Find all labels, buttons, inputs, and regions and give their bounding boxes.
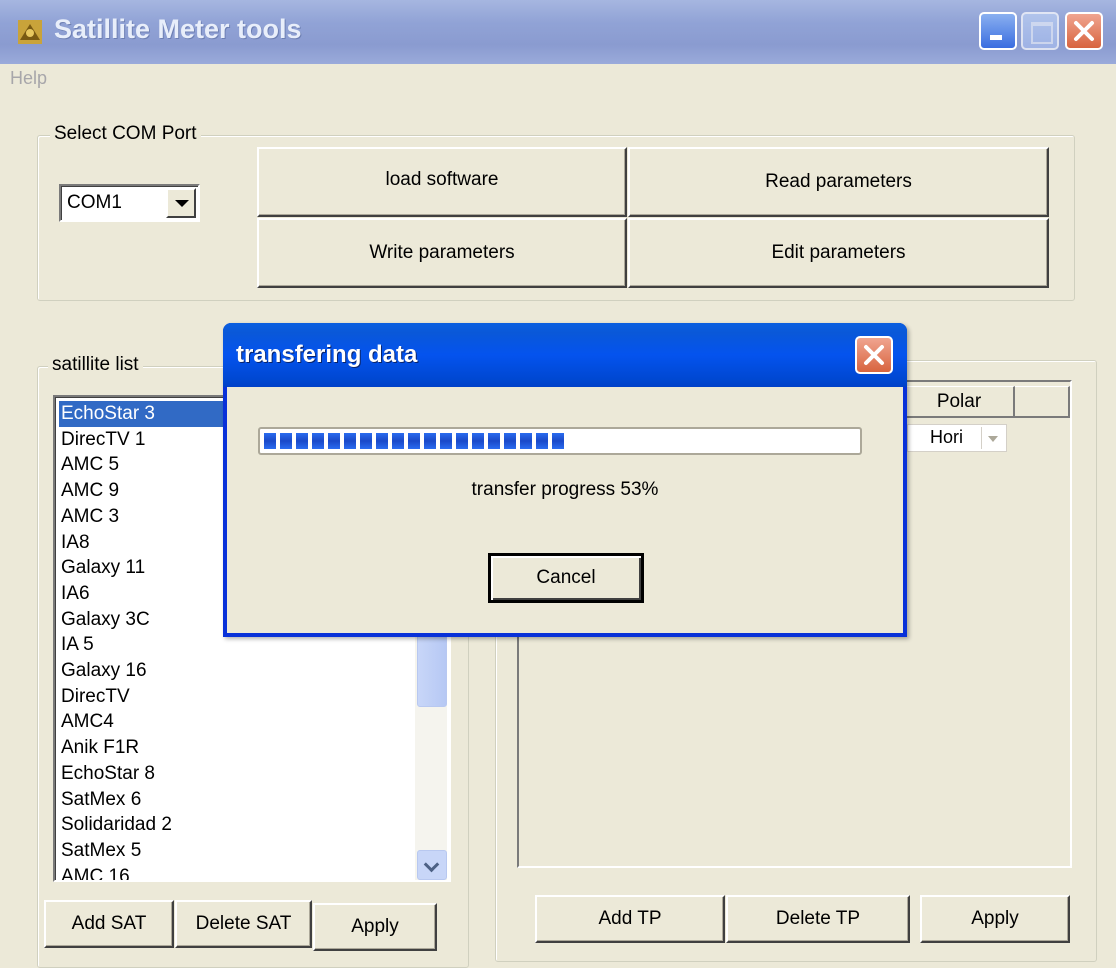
read-parameters-button[interactable]: Read parameters	[628, 147, 1049, 217]
polar-select[interactable]: Hori	[907, 424, 1007, 452]
dialog-close-button[interactable]	[855, 336, 893, 374]
com-port-group-label: Select COM Port	[50, 123, 201, 145]
scroll-down-icon[interactable]	[417, 850, 447, 880]
progress-text: transfer progress 53%	[471, 479, 659, 500]
satellite-list-item[interactable]: SatMex 5	[61, 838, 141, 864]
cancel-button[interactable]: Cancel	[488, 553, 644, 603]
menu-bar: Help	[0, 64, 1116, 94]
delete-tp-button[interactable]: Delete TP	[726, 895, 910, 943]
window-title-bar: Satillite Meter tools	[0, 0, 1116, 64]
progress-segment	[296, 433, 308, 449]
delete-sat-button[interactable]: Delete SAT	[175, 900, 312, 948]
grid-header-blank	[1015, 386, 1070, 418]
progress-segment	[392, 433, 404, 449]
transfer-dialog: transfering data transfer progress 53% C…	[223, 323, 907, 637]
satellite-list-item[interactable]: IA6	[61, 581, 90, 607]
satellite-list-item[interactable]: IA 5	[61, 632, 94, 658]
progress-segment	[424, 433, 436, 449]
com-port-select[interactable]: COM1	[59, 184, 200, 222]
progress-segment	[360, 433, 372, 449]
progress-segment	[472, 433, 484, 449]
minimize-button[interactable]	[979, 12, 1017, 50]
progress-segment	[536, 433, 548, 449]
add-sat-button[interactable]: Add SAT	[44, 900, 174, 948]
dialog-body: transfer progress 53% Cancel	[227, 387, 903, 633]
satellite-list-item[interactable]: AMC 16	[61, 864, 130, 880]
satellite-list-item[interactable]: Galaxy 16	[61, 658, 147, 684]
satellite-list-item[interactable]: Solidaridad 2	[61, 812, 172, 838]
progress-segment	[440, 433, 452, 449]
satellite-list-item[interactable]: AMC 9	[61, 478, 119, 504]
satellite-list-item[interactable]: Galaxy 11	[61, 555, 145, 581]
satellite-list-item[interactable]: AMC4	[61, 709, 114, 735]
progress-segment	[456, 433, 468, 449]
chevron-down-icon[interactable]	[981, 427, 1004, 449]
close-icon	[1074, 21, 1094, 41]
com-port-value: COM1	[67, 192, 122, 213]
satellite-list-item[interactable]: Galaxy 3C	[61, 607, 150, 633]
add-tp-button[interactable]: Add TP	[535, 895, 725, 943]
progress-segment	[504, 433, 516, 449]
window-title: Satillite Meter tools	[54, 14, 302, 44]
satellite-list-item[interactable]: EchoStar 8	[61, 761, 155, 787]
satellite-list-item[interactable]: DirecTV 1	[61, 427, 145, 453]
progress-segment	[264, 433, 276, 449]
grid-header-polar: Polar	[905, 386, 1015, 418]
progress-segment	[312, 433, 324, 449]
satellite-list-item[interactable]: IA8	[61, 530, 90, 556]
progress-bar	[258, 427, 862, 455]
progress-segment	[280, 433, 292, 449]
progress-segment	[408, 433, 420, 449]
apply-tp-button[interactable]: Apply	[920, 895, 1070, 943]
satellite-list-item[interactable]: SatMex 6	[61, 787, 141, 813]
close-button[interactable]	[1065, 12, 1103, 50]
progress-segment	[344, 433, 356, 449]
satellite-list-item[interactable]: AMC 3	[61, 504, 119, 530]
progress-segment	[552, 433, 564, 449]
close-icon	[864, 345, 884, 365]
apply-sat-button[interactable]: Apply	[313, 903, 437, 951]
maximize-button	[1021, 12, 1059, 50]
satellite-list-item[interactable]: AMC 5	[61, 452, 119, 478]
load-software-button[interactable]: load software	[257, 147, 627, 217]
dialog-title-bar: transfering data	[223, 323, 907, 387]
progress-segment	[328, 433, 340, 449]
edit-parameters-button[interactable]: Edit parameters	[628, 218, 1049, 288]
satellite-list-group-label: satillite list	[48, 354, 143, 376]
polar-value: Hori	[930, 427, 964, 447]
progress-segment	[520, 433, 532, 449]
satellite-dish-icon	[18, 20, 42, 44]
menu-help[interactable]: Help	[10, 68, 47, 89]
chevron-down-icon[interactable]	[166, 188, 196, 218]
write-parameters-button[interactable]: Write parameters	[257, 218, 627, 288]
satellite-list-item[interactable]: Anik F1R	[61, 735, 139, 761]
dialog-title: transfering data	[236, 341, 418, 368]
progress-segment	[488, 433, 500, 449]
progress-segment	[376, 433, 388, 449]
satellite-list-item[interactable]: DirecTV	[61, 684, 130, 710]
